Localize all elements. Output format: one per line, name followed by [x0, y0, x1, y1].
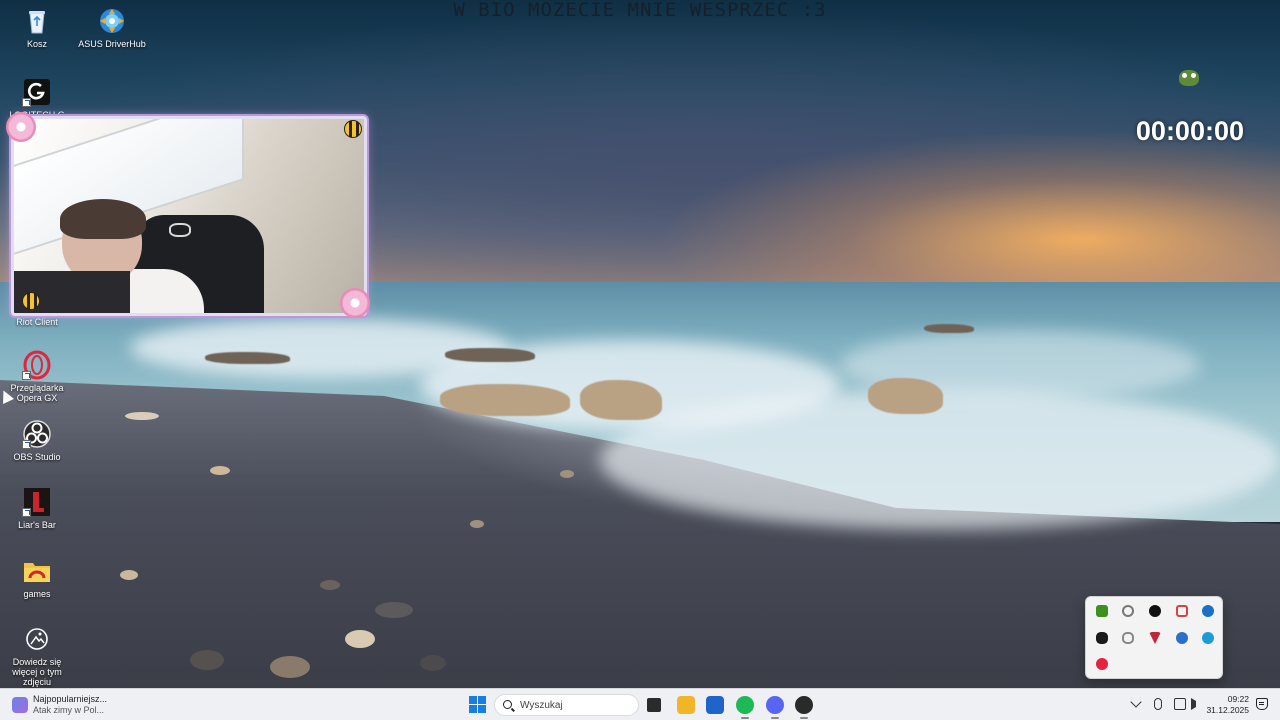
stream-timer: 00:00:00	[1135, 116, 1244, 146]
steelseries-icon[interactable]	[1122, 605, 1134, 617]
obs-studio-icon	[22, 419, 52, 449]
discord-tray-icon[interactable]	[1176, 605, 1188, 617]
edge-icon[interactable]	[1202, 632, 1214, 644]
wallpaper-pebble	[210, 466, 230, 475]
desktop-icon-label: Dowiedz się więcej o tym zdjęciu	[12, 657, 62, 687]
logitech-ghub-icon	[22, 77, 52, 107]
folder-icon	[22, 556, 52, 586]
chair-logo-icon	[169, 223, 191, 237]
opera-gx-tray-icon[interactable]	[1096, 658, 1108, 670]
wallpaper-foam	[600, 390, 1280, 530]
stream-banner-text: W BIO MOZECIE MNIE WESPRZEC :3	[453, 0, 827, 21]
flower-sticker-icon	[6, 112, 36, 142]
frog-emote-icon	[1179, 70, 1199, 86]
desktop-icon-label: games	[23, 589, 51, 599]
task-view-icon[interactable]	[647, 698, 661, 712]
start-button[interactable]	[469, 696, 486, 713]
vanguard-icon[interactable]	[1149, 632, 1161, 644]
taskbar-clock[interactable]: 09:22 31.12.2025	[1205, 694, 1249, 716]
bee-sticker-icon	[344, 120, 362, 138]
wallpaper-pebble	[125, 412, 159, 420]
wallpaper-pebble	[190, 650, 224, 670]
network-icon[interactable]	[1174, 698, 1186, 710]
shortcut-arrow-icon	[22, 508, 31, 517]
wallpaper-pebble	[560, 470, 574, 478]
windows-logo-icon	[469, 705, 477, 713]
microsoft-store-icon[interactable]	[706, 696, 724, 714]
widgets-button[interactable]: Najpopularniejsz... Atak zimy w Pol...	[10, 694, 120, 716]
desktop-icon-obs-studio[interactable]: OBS Studio	[0, 419, 74, 462]
volume-icon[interactable]	[1191, 698, 1196, 710]
opera-gx-icon	[22, 350, 52, 380]
wallpaper-rock	[205, 352, 290, 364]
recycle-bin-icon	[22, 6, 52, 36]
windows-logo-icon	[478, 696, 486, 704]
taskbar: Najpopularniejsz... Atak zimy w Pol... W…	[0, 688, 1280, 720]
windows-logo-icon	[478, 705, 486, 713]
file-explorer-icon[interactable]	[677, 696, 695, 714]
desktop-icon-label: OBS Studio	[13, 452, 61, 462]
desktop-icon-asus-driverhub[interactable]: ASUS DriverHub	[75, 6, 149, 49]
shortcut-arrow-icon	[22, 98, 31, 107]
asus-icon[interactable]	[1176, 632, 1188, 644]
notification-bell-icon[interactable]	[1256, 698, 1268, 710]
wallpaper-pebble	[420, 655, 446, 671]
windows-logo-icon	[469, 696, 477, 704]
wallpaper-rock	[440, 384, 570, 416]
riot-client-icon[interactable]	[795, 696, 813, 719]
wallpaper-pebble	[120, 570, 138, 580]
search-placeholder: Wyszukaj	[520, 700, 563, 711]
clock-time: 09:22	[1227, 694, 1249, 704]
widget-headline: Najpopularniejsz...	[33, 694, 108, 704]
discord-icon[interactable]	[766, 696, 784, 719]
wallpaper-rock	[580, 380, 662, 420]
news-widget-icon	[12, 697, 28, 713]
desktop-icon-games-folder[interactable]: games	[0, 556, 74, 599]
desktop-icon-recycle-bin[interactable]: Kosz	[0, 6, 74, 49]
wallpaper-pebble	[345, 630, 375, 648]
wallpaper-pebble	[375, 602, 413, 618]
asus-driverhub-icon	[97, 6, 127, 36]
show-hidden-icons-chevron-icon[interactable]	[1130, 696, 1142, 708]
shortcut-arrow-icon	[22, 371, 31, 380]
desktop-icon-label: Kosz	[26, 39, 47, 49]
microphone-icon[interactable]	[1154, 698, 1162, 710]
clock-date: 31.12.2025	[1206, 705, 1249, 715]
desktop-icon-label: Liar's Bar	[18, 520, 56, 530]
taskbar-search[interactable]: Wyszukaj	[494, 694, 639, 716]
webcam-person-hair	[60, 199, 146, 239]
learn-about-picture-icon	[22, 624, 52, 654]
riot-vanguard-icon[interactable]	[1096, 632, 1108, 644]
tray-overflow-flyout	[1085, 596, 1223, 679]
desktop-icon-label: Riot Client	[16, 317, 58, 327]
wallpaper-pebble	[270, 656, 310, 678]
wallpaper-pebble	[470, 520, 484, 528]
wallpaper-rock	[445, 348, 535, 362]
desktop-icon-learn-about-picture[interactable]: Dowiedz się więcej o tym zdjęciu	[0, 624, 74, 687]
desktop-icon-liars-bar[interactable]: Liar's Bar	[0, 487, 74, 530]
wallpaper-pebble	[320, 580, 340, 590]
desktop-icon-label: ASUS DriverHub	[78, 39, 146, 49]
bee-sticker-icon	[22, 292, 40, 310]
search-icon	[503, 700, 512, 709]
wallpaper-rock	[868, 378, 943, 414]
nvidia-icon[interactable]	[1096, 605, 1108, 617]
controller-icon[interactable]	[1122, 632, 1134, 644]
desktop-icon-label: Przeglądarka Opera GX	[10, 383, 64, 403]
desktop-wallpaper	[0, 0, 1280, 688]
shortcut-arrow-icon	[22, 440, 31, 449]
logitech-ghub-icon[interactable]	[1149, 605, 1161, 617]
widget-subheadline: Atak zimy w Pol...	[33, 705, 105, 715]
spotify-icon[interactable]	[736, 696, 754, 719]
onedrive-icon[interactable]	[1202, 605, 1214, 617]
flower-sticker-icon	[340, 288, 370, 318]
liars-bar-icon	[22, 487, 52, 517]
webcam-overlay	[11, 116, 367, 316]
wallpaper-rock	[924, 324, 974, 333]
